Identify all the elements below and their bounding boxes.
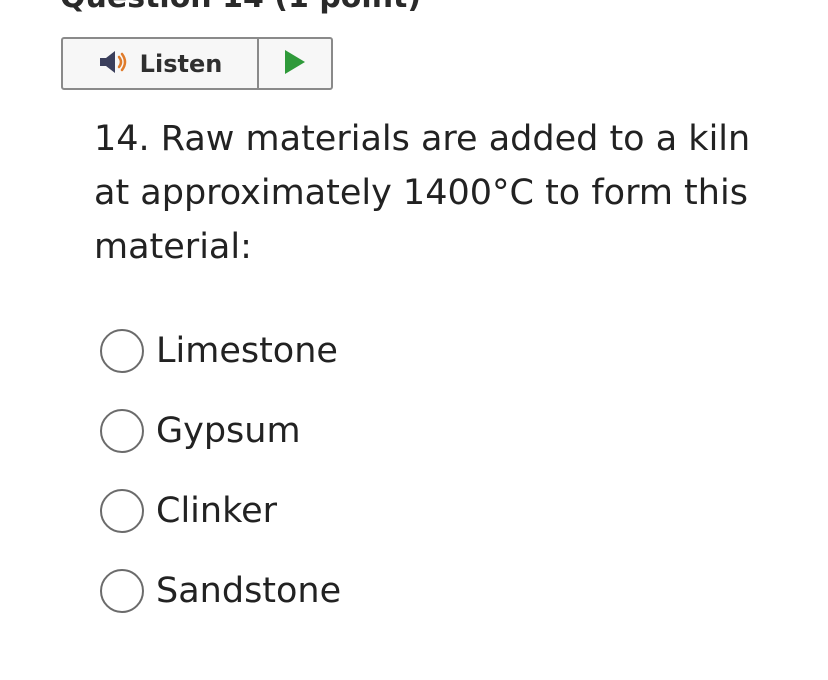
answer-options: Limestone Gypsum Clinker Sandstone [100,326,341,646]
option-gypsum[interactable]: Gypsum [100,406,341,456]
play-button[interactable] [259,39,331,88]
listen-button[interactable]: Listen [63,39,259,88]
option-label: Gypsum [156,411,301,451]
speaker-icon [98,48,132,80]
option-limestone[interactable]: Limestone [100,326,341,376]
question-header: Question 14 (1 point) [60,0,421,15]
radio-button[interactable] [100,569,144,613]
option-sandstone[interactable]: Sandstone [100,566,341,616]
option-label: Sandstone [156,571,342,611]
listen-label: Listen [139,49,223,78]
option-label: Clinker [156,491,278,531]
question-text: 14. Raw materials are added to a kiln at… [94,119,751,267]
option-label: Limestone [156,331,338,371]
play-icon [283,49,307,79]
option-clinker[interactable]: Clinker [100,486,341,536]
radio-button[interactable] [100,409,144,453]
radio-button[interactable] [100,489,144,533]
radio-button[interactable] [100,329,144,373]
listen-widget: Listen [61,37,333,90]
